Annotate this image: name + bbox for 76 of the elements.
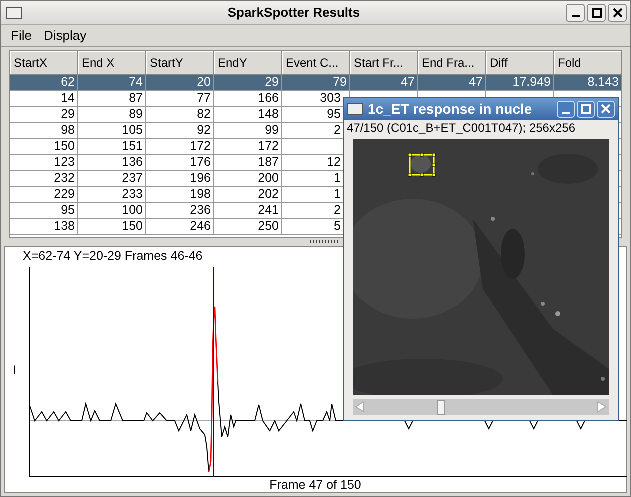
column-header[interactable]: StartY [146,51,214,75]
close-icon [601,104,611,114]
table-cell: 123 [10,155,78,171]
table-cell: 241 [214,203,282,219]
table-cell: 98 [10,123,78,139]
left-arrow-icon[interactable] [353,400,367,414]
table-cell: 29 [214,75,282,91]
column-header[interactable]: Event C... [282,51,350,75]
table-cell: 77 [146,91,214,107]
frame-scrollbar[interactable] [353,399,609,415]
minimize-button[interactable] [566,4,585,22]
table-cell: 79 [282,75,350,91]
table-cell: 198 [146,187,214,203]
column-header[interactable]: End Fra... [418,51,486,75]
table-cell: 150 [10,139,78,155]
table-cell: 148 [214,107,282,123]
maximize-icon [581,104,591,114]
maximize-icon [592,8,602,18]
table-cell: 87 [78,91,146,107]
menu-item[interactable]: File [7,28,36,43]
table-cell: 136 [78,155,146,171]
table-cell: 62 [10,75,78,91]
table-cell: 8.143 [554,75,621,91]
table-cell: 99 [214,123,282,139]
table-cell: 236 [146,203,214,219]
table-cell: 89 [78,107,146,123]
axis-label: I [13,362,16,377]
close-icon [612,8,622,18]
column-header[interactable]: StartX [10,51,78,75]
table-cell: 20 [146,75,214,91]
column-header[interactable]: Diff [486,51,554,75]
table-cell: 200 [214,171,282,187]
table-cell: 105 [78,123,146,139]
table-cell: 74 [78,75,146,91]
table-cell: 187 [214,155,282,171]
column-header[interactable]: Start Fr... [350,51,418,75]
window-title: SparkSpotter Results [226,5,362,20]
table-cell: 17.949 [486,75,554,91]
table-cell: 237 [78,171,146,187]
window-icon [347,103,363,115]
table-cell: 100 [78,203,146,219]
table-cell: 229 [10,187,78,203]
maximize-button[interactable] [587,4,606,22]
table-row[interactable]: 62 74 20 29 79 47 47 17.949 8.143 [10,75,621,91]
table-cell: 95 [10,203,78,219]
minimize-icon [562,112,570,114]
close-button[interactable] [608,4,627,22]
table-cell: 82 [146,107,214,123]
table-cell: 151 [78,139,146,155]
table-cell: 246 [146,219,214,235]
table-cell: 176 [146,155,214,171]
table-cell: 47 [350,75,418,91]
table-cell: 202 [214,187,282,203]
table-cell: 138 [10,219,78,235]
table-cell: 172 [146,139,214,155]
menu-item[interactable]: Display [40,28,91,43]
right-arrow-icon[interactable] [595,400,609,414]
table-cell: 47 [418,75,486,91]
window-icon [6,6,22,18]
frame-label: Frame 47 of 150 [268,477,362,492]
minimize-icon [572,15,580,17]
table-cell: 14 [10,91,78,107]
splitter-grip[interactable] [310,240,340,243]
column-header[interactable]: EndY [214,51,282,75]
table-cell: 92 [146,123,214,139]
table-cell: 250 [214,219,282,235]
table-cell: 172 [214,139,282,155]
table-cell: 232 [10,171,78,187]
table-cell: 166 [214,91,282,107]
table-cell: 233 [78,187,146,203]
table-cell: 29 [10,107,78,123]
table-cell: 196 [146,171,214,187]
column-header[interactable]: End X [78,51,146,75]
table-cell: 150 [78,219,146,235]
plot-caption: X=62-74 Y=20-29 Frames 46-46 [22,248,204,265]
selection-rectangle[interactable] [408,153,436,177]
